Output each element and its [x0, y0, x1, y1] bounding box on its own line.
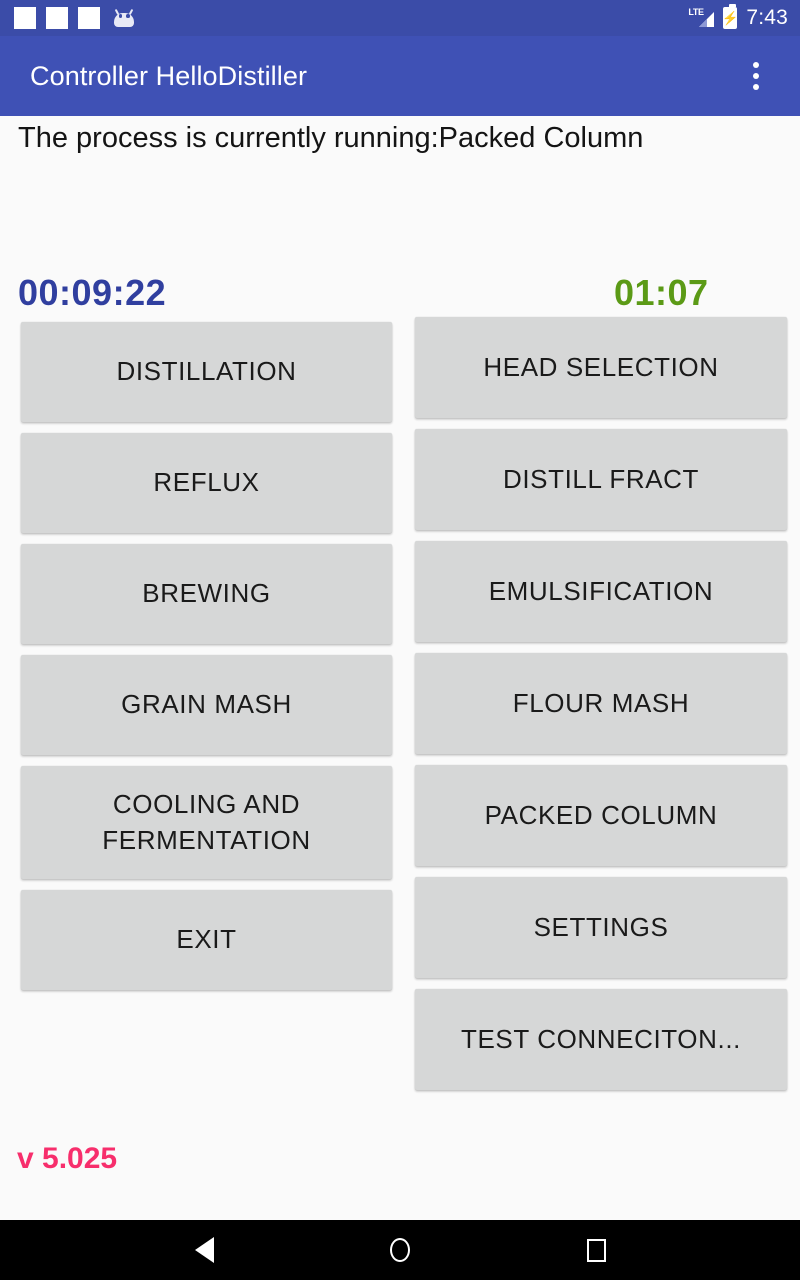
secondary-timer: 01:07: [614, 272, 709, 313]
status-system-icons: LTE ⚡ 7:43: [688, 4, 788, 30]
home-icon[interactable]: [372, 1222, 428, 1278]
emulsification-button[interactable]: EMULSIFICATION: [415, 541, 787, 642]
left-button-column: DISTILLATION REFLUX BREWING GRAIN MASH C…: [21, 322, 392, 990]
cooling-and-fermentation-button[interactable]: COOLING AND FERMENTATION: [21, 766, 392, 879]
phone-screen: LTE ⚡ 7:43 Controller HelloDistiller The…: [0, 0, 800, 1280]
battery-charging-icon: ⚡: [722, 4, 738, 29]
notification-placeholder-icon: [78, 7, 100, 29]
flour-mash-button[interactable]: FLOUR MASH: [415, 653, 787, 754]
status-bar: LTE ⚡ 7:43: [0, 0, 800, 36]
recents-icon[interactable]: [568, 1222, 624, 1278]
notification-placeholder-icon: [14, 7, 36, 29]
lte-label: LTE: [688, 7, 704, 17]
main-content: The process is currently running:Packed …: [0, 116, 800, 1220]
app-bar: Controller HelloDistiller: [0, 36, 800, 116]
overflow-menu-icon[interactable]: [732, 46, 780, 106]
settings-button[interactable]: SETTINGS: [415, 877, 787, 978]
status-clock: 7:43: [746, 6, 788, 29]
grain-mash-button[interactable]: GRAIN MASH: [21, 655, 392, 755]
app-title: Controller HelloDistiller: [30, 60, 308, 91]
brewing-button[interactable]: BREWING: [21, 544, 392, 644]
right-button-column: HEAD SELECTION DISTILL FRACT EMULSIFICAT…: [415, 317, 787, 1090]
packed-column-button[interactable]: PACKED COLUMN: [415, 765, 787, 866]
back-icon[interactable]: [176, 1222, 232, 1278]
status-notifications: [14, 7, 134, 29]
reflux-button[interactable]: REFLUX: [21, 433, 392, 533]
process-status-text: The process is currently running:Packed …: [18, 122, 644, 154]
elapsed-timer: 00:09:22: [18, 272, 167, 313]
distillation-button[interactable]: DISTILLATION: [21, 322, 392, 422]
distill-fract-button[interactable]: DISTILL FRACT: [415, 429, 787, 530]
version-label: v 5.025: [17, 1142, 118, 1175]
exit-button[interactable]: EXIT: [21, 890, 392, 990]
notification-placeholder-icon: [46, 7, 68, 29]
navigation-bar: [0, 1220, 800, 1280]
test-connection-button[interactable]: TEST CONNECITON...: [415, 989, 787, 1090]
android-head-icon: [114, 8, 134, 27]
head-selection-button[interactable]: HEAD SELECTION: [415, 317, 787, 418]
lte-signal-icon: LTE: [688, 7, 715, 29]
